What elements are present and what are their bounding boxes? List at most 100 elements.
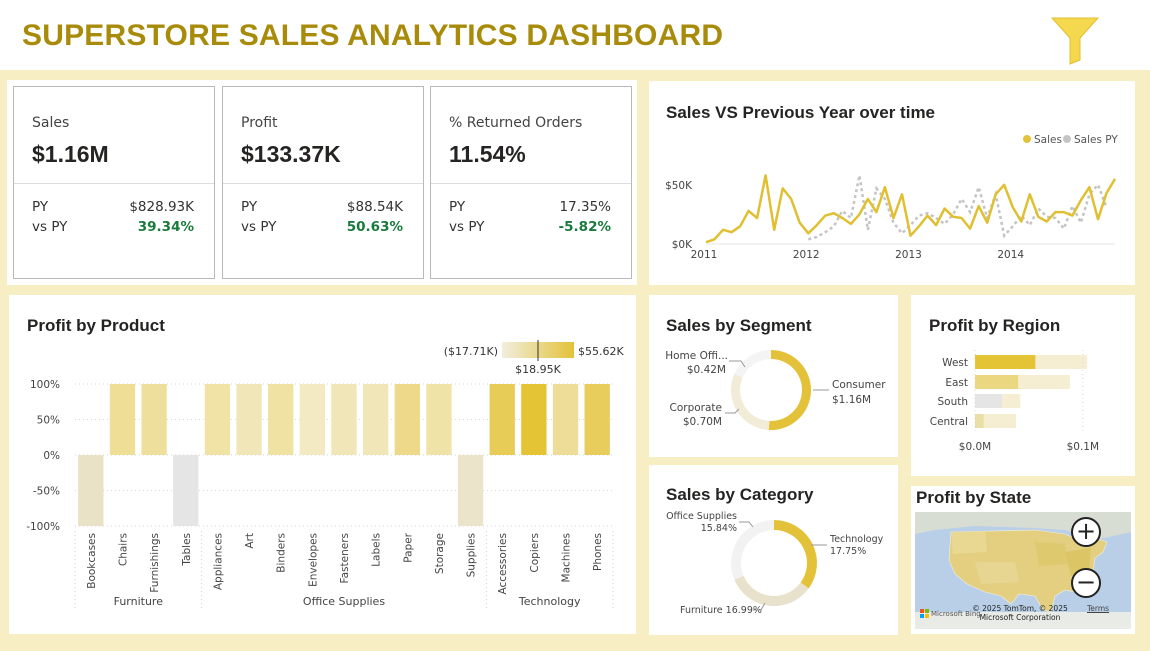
x-tick-label: 2014 bbox=[997, 249, 1024, 261]
category-label: Binders bbox=[276, 533, 288, 573]
kpi-py-row: PY $828.93K bbox=[32, 199, 194, 215]
x-tick-label: $0.0M bbox=[959, 441, 991, 453]
bar-bookcases[interactable] bbox=[78, 455, 104, 526]
kpi-py-value: $828.93K bbox=[129, 199, 194, 215]
kpi-card[interactable]: % Returned Orders 11.54% PY 17.35% vs PY -5.8… bbox=[430, 86, 632, 279]
category-label: Bookcases bbox=[86, 533, 98, 589]
x-tick-label: $0.1M bbox=[1067, 441, 1099, 453]
bar-appliances[interactable] bbox=[204, 384, 231, 455]
region-label: Central bbox=[930, 416, 968, 428]
kpi-card[interactable]: Sales $1.16M PY $828.93K vs PY 39.34% bbox=[13, 86, 215, 279]
profit-by-region-chart[interactable]: West East South Central $0.0M $0.1M bbox=[911, 295, 1135, 476]
profit-by-product-panel: Profit by Product ($17.71K) $55.62K $18.95… bbox=[9, 295, 636, 634]
bar-machines[interactable] bbox=[552, 384, 579, 455]
category-label: Labels bbox=[371, 533, 383, 567]
region-bar-east[interactable] bbox=[975, 375, 1019, 389]
category-label: Accessories bbox=[497, 533, 509, 595]
segment-label-corporate: Corporate bbox=[670, 402, 723, 414]
region-bar-south[interactable] bbox=[975, 394, 1002, 408]
bar-paper[interactable] bbox=[394, 384, 420, 455]
legend-py-marker bbox=[1063, 135, 1071, 143]
sales-by-segment-panel: Sales by Segment Consumer $1.16M Corporate… bbox=[649, 295, 898, 457]
bar-phones[interactable] bbox=[584, 384, 610, 455]
kpi-vs-row: vs PY 39.34% bbox=[32, 219, 194, 235]
segment-label-home-office: Home Offi... bbox=[665, 350, 728, 362]
kpi-py-label: PY bbox=[32, 199, 49, 215]
donut-slice-consumer[interactable] bbox=[768, 350, 811, 430]
kpi-vs-label: vs PY bbox=[32, 219, 68, 235]
profit-by-product-chart[interactable]: ($17.71K) $55.62K $18.95K 100% 50% 0% -50% -100… bbox=[9, 295, 636, 634]
category-label: Furnishings bbox=[149, 533, 161, 593]
kpi-py-label: PY bbox=[241, 199, 258, 215]
kpi-vs-label: vs PY bbox=[241, 219, 277, 235]
y-tick-label: $50K bbox=[665, 180, 693, 192]
bar-art[interactable] bbox=[236, 384, 262, 455]
category-label-office-supplies: Office Supplies bbox=[666, 511, 737, 522]
microsoft-logo-icon bbox=[920, 609, 929, 618]
zoom-in-button[interactable]: + bbox=[1071, 517, 1101, 547]
sales-line-chart[interactable]: Sales Sales PY$0K$50K2011 2012 2013 2014 bbox=[649, 81, 1135, 285]
bar-furnishings[interactable] bbox=[141, 384, 167, 455]
region-bar-central[interactable] bbox=[975, 414, 984, 428]
kpi-py-value: $88.54K bbox=[346, 199, 403, 215]
donut-slice-furniture[interactable] bbox=[734, 575, 809, 606]
region-label: East bbox=[945, 377, 968, 389]
bar-storage[interactable] bbox=[426, 384, 452, 455]
category-label: Supplies bbox=[466, 533, 478, 577]
y-tick-label: -50% bbox=[33, 486, 60, 498]
segment-donut-chart[interactable]: Consumer $1.16M Corporate $0.70M Home Offi..… bbox=[649, 295, 898, 457]
bar-envelopes[interactable] bbox=[299, 384, 326, 455]
bar-accessories[interactable] bbox=[489, 384, 515, 455]
category-label: Appliances bbox=[212, 533, 224, 590]
kpi-label: Sales bbox=[32, 115, 70, 131]
map-terms-link[interactable]: Terms bbox=[1087, 604, 1109, 613]
group-label: Technology bbox=[518, 595, 581, 608]
bar-labels[interactable] bbox=[362, 384, 389, 455]
profit-by-state-panel: Profit by State + − Microsoft Bing © 202… bbox=[911, 486, 1135, 634]
zoom-out-button[interactable]: − bbox=[1071, 568, 1101, 598]
legend-sales-marker bbox=[1023, 135, 1031, 143]
kpi-vs-value: 39.34% bbox=[137, 219, 194, 235]
bar-chairs[interactable] bbox=[109, 384, 136, 455]
kpi-py-row: PY $88.54K bbox=[241, 199, 403, 215]
gradient-legend-min: ($17.71K) bbox=[444, 345, 498, 358]
sales-by-category-panel: Sales by Category Technology 17.75% Furnit… bbox=[649, 465, 898, 635]
sales-line[interactable] bbox=[705, 174, 1117, 244]
filter-funnel-icon[interactable] bbox=[1050, 16, 1100, 66]
category-label: Storage bbox=[434, 533, 446, 574]
donut-slice-office-supplies[interactable] bbox=[731, 520, 774, 580]
bar-binders[interactable] bbox=[268, 384, 294, 455]
region-label: South bbox=[937, 396, 968, 408]
category-label: Phones bbox=[592, 533, 604, 571]
leader-line bbox=[739, 521, 754, 528]
kpi-card[interactable]: Profit $133.37K PY $88.54K vs PY 50.63% bbox=[222, 86, 424, 279]
category-label: Paper bbox=[402, 532, 414, 562]
gradient-legend-mid: $18.95K bbox=[515, 363, 561, 376]
sales-vs-py-panel: Sales VS Previous Year over time Sales Sa… bbox=[649, 81, 1135, 285]
bar-tables[interactable] bbox=[173, 455, 199, 526]
group-label: Office Supplies bbox=[303, 595, 385, 608]
group-label: Furniture bbox=[114, 595, 164, 608]
donut-slice-technology[interactable] bbox=[774, 520, 817, 589]
category-label: Art bbox=[244, 533, 256, 549]
donut-slice-home-offi-[interactable] bbox=[734, 350, 771, 378]
bar-fasteners[interactable] bbox=[331, 384, 357, 455]
category-donut-chart[interactable]: Technology17.75% Furniture 16.99% Office S… bbox=[649, 465, 898, 635]
region-bar-west[interactable] bbox=[975, 355, 1036, 369]
kpi-py-label: PY bbox=[449, 199, 466, 215]
kpi-divider bbox=[223, 183, 423, 184]
kpi-vs-value: 50.63% bbox=[346, 219, 403, 235]
y-tick-label: 50% bbox=[37, 415, 60, 427]
bar-copiers[interactable] bbox=[521, 384, 547, 455]
page-title: SUPERSTORE SALES ANALYTICS DASHBOARD bbox=[22, 19, 724, 52]
category-label: Tables bbox=[181, 533, 193, 567]
kpi-py-row: PY 17.35% bbox=[449, 199, 611, 215]
kpi-value: 11.54% bbox=[449, 141, 526, 167]
bar-supplies[interactable] bbox=[457, 455, 484, 526]
sales-py-line[interactable] bbox=[807, 175, 1108, 241]
state-map[interactable]: + − Microsoft Bing © 2025 TomTom, © 2025… bbox=[915, 512, 1131, 629]
category-label: Chairs bbox=[117, 533, 129, 566]
segment-value-home-office: $0.42M bbox=[687, 364, 726, 376]
kpi-value: $133.37K bbox=[241, 141, 341, 167]
donut-slice-corporate[interactable] bbox=[731, 373, 770, 430]
